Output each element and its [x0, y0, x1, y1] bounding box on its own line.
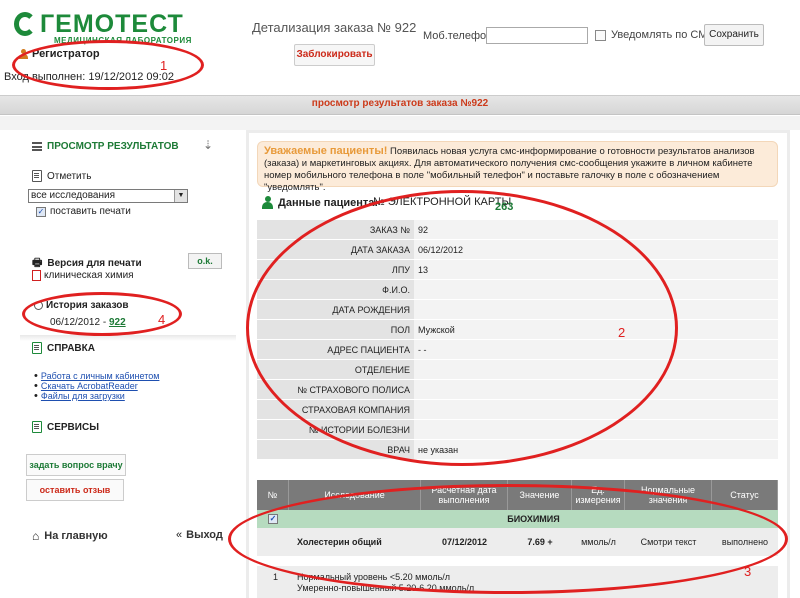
mark-heading: Отметить — [32, 170, 91, 182]
document-icon — [32, 170, 42, 182]
order-title: Детализация заказа № 922 — [252, 20, 417, 35]
sms-notice: Уважаемые пациенты! Появилась новая услу… — [257, 141, 778, 193]
sidebar-divider — [20, 335, 236, 341]
bar-title: просмотр результатов заказа №922 — [311, 98, 489, 109]
annotation-number: 3 — [744, 564, 752, 579]
results-heading-label: ПРОСМОТР РЕЗУЛЬТАТОВ — [47, 141, 179, 152]
help-link-item[interactable]: • Скачать AcrobatReader — [34, 381, 159, 392]
print-checkbox[interactable]: ✓ — [36, 206, 46, 217]
phone-label: Моб.телефон: — [423, 30, 496, 42]
help-doc-icon — [32, 342, 42, 354]
collapse-arrow-icon[interactable]: ⇣ — [203, 138, 213, 152]
notice-heading: Уважаемые пациенты! — [264, 145, 388, 157]
block-button[interactable]: Заблокировать — [294, 44, 375, 66]
annotation-number: 4 — [158, 312, 166, 327]
results-heading[interactable]: ПРОСМОТР РЕЗУЛЬТАТОВ — [32, 141, 179, 152]
exit-link[interactable]: « Выход — [176, 529, 223, 541]
annotation-ellipse — [246, 190, 678, 466]
print-checkbox-row[interactable]: ✓ поставить печати — [36, 206, 131, 217]
sms-notify-label: Уведомлять по СМС — [611, 29, 716, 41]
logo-ring-icon — [14, 12, 36, 36]
services-doc-icon — [32, 421, 42, 433]
help-link-item[interactable]: • Файлы для загрузки — [34, 391, 159, 402]
stack-icon — [32, 142, 42, 151]
help-heading-label: СПРАВКА — [47, 342, 95, 354]
annotation-ellipse — [12, 40, 204, 90]
help-link[interactable]: Работа с личным кабинетом — [41, 371, 160, 381]
save-button[interactable]: Сохранить — [704, 24, 764, 46]
feedback-button[interactable]: оставить отзыв — [26, 479, 124, 501]
home-label: На главную — [44, 530, 108, 542]
annotation-ellipse — [228, 484, 788, 594]
person-icon — [262, 196, 273, 209]
print-version-label: Версия для печати — [47, 258, 142, 269]
help-links: • Работа с личным кабинетом • Скачать Ac… — [34, 371, 160, 402]
exit-label: Выход — [186, 529, 223, 541]
home-icon: ⌂ — [32, 529, 40, 543]
pdf-icon — [32, 270, 41, 281]
sms-notify-checkbox[interactable] — [595, 30, 606, 41]
below-bar — [0, 116, 800, 130]
annotation-number: 1 — [160, 58, 168, 73]
clinical-chemistry-link[interactable]: клиническая химия — [32, 270, 134, 281]
help-heading: СПРАВКА — [32, 342, 95, 354]
print-checkbox-label: поставить печати — [50, 206, 131, 217]
logo-text: ГЕМОТЕСТ — [40, 10, 184, 38]
help-link[interactable]: Скачать AcrobatReader — [41, 381, 138, 391]
help-link-item[interactable]: • Работа с личным кабинетом — [34, 371, 160, 382]
studies-select[interactable]: все исследования — [28, 189, 188, 203]
row-number: 1 — [273, 572, 279, 582]
home-link[interactable]: ⌂ На главную — [32, 529, 108, 543]
help-link[interactable]: Файлы для загрузки — [41, 391, 125, 401]
ask-doctor-button[interactable]: задать вопрос врачу — [26, 454, 126, 476]
services-heading-label: СЕРВИСЫ — [47, 421, 99, 433]
gemotest-logo[interactable]: ГЕМОТЕСТ МЕДИЦИНСКАЯ ЛАБОРАТОРИЯ — [14, 10, 214, 45]
clinical-chemistry-label: клиническая химия — [44, 270, 134, 281]
services-heading: СЕРВИСЫ — [32, 421, 99, 433]
exit-icon: « — [176, 529, 183, 541]
ok-button[interactable]: o.k. — [188, 253, 222, 269]
annotation-number: 2 — [618, 325, 626, 340]
chevron-down-icon[interactable]: ▼ — [174, 190, 187, 202]
phone-input[interactable] — [486, 27, 588, 44]
mark-heading-label: Отметить — [47, 170, 92, 182]
